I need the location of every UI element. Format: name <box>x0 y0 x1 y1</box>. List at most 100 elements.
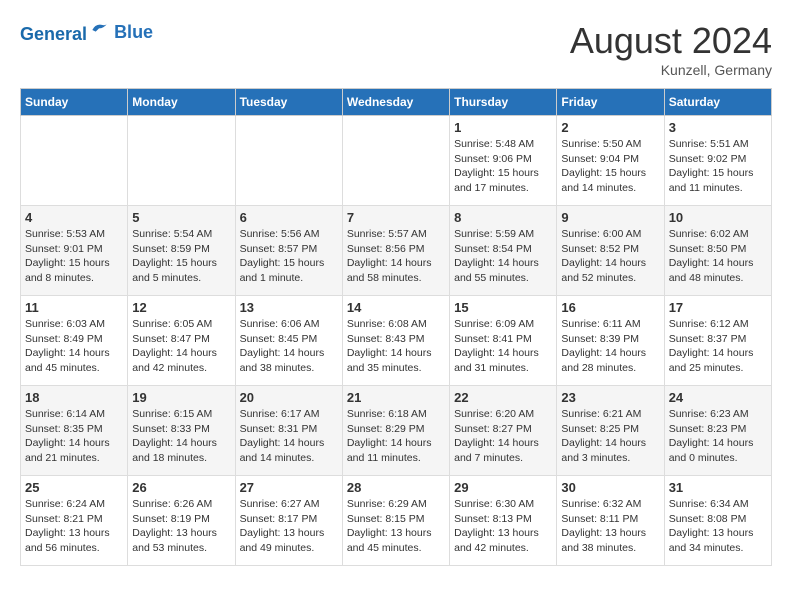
day-number: 11 <box>25 300 123 315</box>
day-info: Sunrise: 6:06 AM Sunset: 8:45 PM Dayligh… <box>240 317 338 376</box>
weekday-header-row: SundayMondayTuesdayWednesdayThursdayFrid… <box>21 89 772 116</box>
calendar-cell: 31Sunrise: 6:34 AM Sunset: 8:08 PM Dayli… <box>664 476 771 566</box>
day-info: Sunrise: 6:24 AM Sunset: 8:21 PM Dayligh… <box>25 497 123 556</box>
day-info: Sunrise: 6:03 AM Sunset: 8:49 PM Dayligh… <box>25 317 123 376</box>
page-header: General Blue August 2024 Kunzell, German… <box>20 20 772 78</box>
calendar-cell: 12 Sunrise: 6:05 AM Sunset: 8:47 PM Dayli… <box>128 296 235 386</box>
calendar-cell <box>21 116 128 206</box>
day-number: 14 <box>347 300 445 315</box>
day-number: 5 <box>132 210 230 225</box>
day-number: 21 <box>347 390 445 405</box>
logo-text: General <box>20 20 109 45</box>
calendar-cell: 4 Sunrise: 5:53 AM Sunset: 9:01 PM Daylig… <box>21 206 128 296</box>
calendar-cell: 28 Sunrise: 6:29 AM Sunset: 8:15 PM Dayli… <box>342 476 449 566</box>
weekday-header-wednesday: Wednesday <box>342 89 449 116</box>
logo-line1: General <box>20 24 87 44</box>
day-info: Sunrise: 5:50 AM Sunset: 9:04 PM Dayligh… <box>561 137 659 196</box>
day-number: 4 <box>25 210 123 225</box>
calendar-cell: 7Sunrise: 5:57 AM Sunset: 8:56 PM Daylig… <box>342 206 449 296</box>
calendar-cell: 16Sunrise: 6:11 AM Sunset: 8:39 PM Dayli… <box>557 296 664 386</box>
calendar-cell: 19 Sunrise: 6:15 AM Sunset: 8:33 PM Dayli… <box>128 386 235 476</box>
calendar-cell: 6Sunrise: 5:56 AM Sunset: 8:57 PM Daylig… <box>235 206 342 296</box>
day-info: Sunrise: 6:15 AM Sunset: 8:33 PM Dayligh… <box>132 407 230 466</box>
day-number: 3 <box>669 120 767 135</box>
calendar-week-row: 11 Sunrise: 6:03 AM Sunset: 8:49 PM Dayli… <box>21 296 772 386</box>
calendar-week-row: 25 Sunrise: 6:24 AM Sunset: 8:21 PM Dayli… <box>21 476 772 566</box>
logo-line2-wrapper: Blue <box>109 23 153 43</box>
weekday-header-saturday: Saturday <box>664 89 771 116</box>
day-number: 29 <box>454 480 552 495</box>
calendar-cell: 1Sunrise: 5:48 AM Sunset: 9:06 PM Daylig… <box>450 116 557 206</box>
weekday-header-friday: Friday <box>557 89 664 116</box>
calendar-cell: 9Sunrise: 6:00 AM Sunset: 8:52 PM Daylig… <box>557 206 664 296</box>
weekday-header-sunday: Sunday <box>21 89 128 116</box>
day-info: Sunrise: 6:23 AM Sunset: 8:23 PM Dayligh… <box>669 407 767 466</box>
day-info: Sunrise: 5:53 AM Sunset: 9:01 PM Dayligh… <box>25 227 123 286</box>
day-info: Sunrise: 5:51 AM Sunset: 9:02 PM Dayligh… <box>669 137 767 196</box>
calendar-cell: 20Sunrise: 6:17 AM Sunset: 8:31 PM Dayli… <box>235 386 342 476</box>
day-number: 27 <box>240 480 338 495</box>
day-number: 23 <box>561 390 659 405</box>
weekday-header-tuesday: Tuesday <box>235 89 342 116</box>
day-number: 13 <box>240 300 338 315</box>
logo-bird-icon <box>89 20 109 40</box>
calendar-table: SundayMondayTuesdayWednesdayThursdayFrid… <box>20 88 772 566</box>
day-info: Sunrise: 6:34 AM Sunset: 8:08 PM Dayligh… <box>669 497 767 556</box>
day-number: 19 <box>132 390 230 405</box>
calendar-cell: 22 Sunrise: 6:20 AM Sunset: 8:27 PM Dayli… <box>450 386 557 476</box>
calendar-cell: 29 Sunrise: 6:30 AM Sunset: 8:13 PM Dayli… <box>450 476 557 566</box>
calendar-cell: 26Sunrise: 6:26 AM Sunset: 8:19 PM Dayli… <box>128 476 235 566</box>
calendar-cell: 23 Sunrise: 6:21 AM Sunset: 8:25 PM Dayli… <box>557 386 664 476</box>
day-info: Sunrise: 6:21 AM Sunset: 8:25 PM Dayligh… <box>561 407 659 466</box>
day-info: Sunrise: 6:32 AM Sunset: 8:11 PM Dayligh… <box>561 497 659 556</box>
calendar-cell <box>235 116 342 206</box>
calendar-cell: 8 Sunrise: 5:59 AM Sunset: 8:54 PM Daylig… <box>450 206 557 296</box>
calendar-cell: 15 Sunrise: 6:09 AM Sunset: 8:41 PM Dayli… <box>450 296 557 386</box>
calendar-cell: 18 Sunrise: 6:14 AM Sunset: 8:35 PM Dayli… <box>21 386 128 476</box>
day-number: 24 <box>669 390 767 405</box>
calendar-cell: 2 Sunrise: 5:50 AM Sunset: 9:04 PM Daylig… <box>557 116 664 206</box>
day-info: Sunrise: 6:09 AM Sunset: 8:41 PM Dayligh… <box>454 317 552 376</box>
calendar-week-row: 18 Sunrise: 6:14 AM Sunset: 8:35 PM Dayli… <box>21 386 772 476</box>
day-info: Sunrise: 6:00 AM Sunset: 8:52 PM Dayligh… <box>561 227 659 286</box>
day-info: Sunrise: 6:08 AM Sunset: 8:43 PM Dayligh… <box>347 317 445 376</box>
day-info: Sunrise: 6:14 AM Sunset: 8:35 PM Dayligh… <box>25 407 123 466</box>
day-number: 22 <box>454 390 552 405</box>
calendar-week-row: 1Sunrise: 5:48 AM Sunset: 9:06 PM Daylig… <box>21 116 772 206</box>
day-info: Sunrise: 6:12 AM Sunset: 8:37 PM Dayligh… <box>669 317 767 376</box>
calendar-cell: 11 Sunrise: 6:03 AM Sunset: 8:49 PM Dayli… <box>21 296 128 386</box>
month-title: August 2024 <box>570 20 772 62</box>
calendar-cell: 14 Sunrise: 6:08 AM Sunset: 8:43 PM Dayli… <box>342 296 449 386</box>
calendar-cell <box>128 116 235 206</box>
day-number: 1 <box>454 120 552 135</box>
day-number: 12 <box>132 300 230 315</box>
logo: General Blue <box>20 20 153 45</box>
day-number: 28 <box>347 480 445 495</box>
day-number: 10 <box>669 210 767 225</box>
weekday-header-thursday: Thursday <box>450 89 557 116</box>
day-info: Sunrise: 6:29 AM Sunset: 8:15 PM Dayligh… <box>347 497 445 556</box>
title-section: August 2024 Kunzell, Germany <box>570 20 772 78</box>
day-number: 7 <box>347 210 445 225</box>
day-info: Sunrise: 6:27 AM Sunset: 8:17 PM Dayligh… <box>240 497 338 556</box>
calendar-cell <box>342 116 449 206</box>
location: Kunzell, Germany <box>570 62 772 78</box>
day-number: 25 <box>25 480 123 495</box>
calendar-cell: 10Sunrise: 6:02 AM Sunset: 8:50 PM Dayli… <box>664 206 771 296</box>
day-info: Sunrise: 6:11 AM Sunset: 8:39 PM Dayligh… <box>561 317 659 376</box>
calendar-cell: 25 Sunrise: 6:24 AM Sunset: 8:21 PM Dayli… <box>21 476 128 566</box>
day-number: 8 <box>454 210 552 225</box>
logo-line2: Blue <box>114 22 153 42</box>
calendar-cell: 17Sunrise: 6:12 AM Sunset: 8:37 PM Dayli… <box>664 296 771 386</box>
day-number: 15 <box>454 300 552 315</box>
calendar-cell: 27 Sunrise: 6:27 AM Sunset: 8:17 PM Dayli… <box>235 476 342 566</box>
day-info: Sunrise: 6:30 AM Sunset: 8:13 PM Dayligh… <box>454 497 552 556</box>
day-number: 2 <box>561 120 659 135</box>
day-info: Sunrise: 5:59 AM Sunset: 8:54 PM Dayligh… <box>454 227 552 286</box>
calendar-cell: 30Sunrise: 6:32 AM Sunset: 8:11 PM Dayli… <box>557 476 664 566</box>
day-info: Sunrise: 6:20 AM Sunset: 8:27 PM Dayligh… <box>454 407 552 466</box>
calendar-cell: 3 Sunrise: 5:51 AM Sunset: 9:02 PM Daylig… <box>664 116 771 206</box>
day-info: Sunrise: 6:05 AM Sunset: 8:47 PM Dayligh… <box>132 317 230 376</box>
day-number: 20 <box>240 390 338 405</box>
day-number: 18 <box>25 390 123 405</box>
